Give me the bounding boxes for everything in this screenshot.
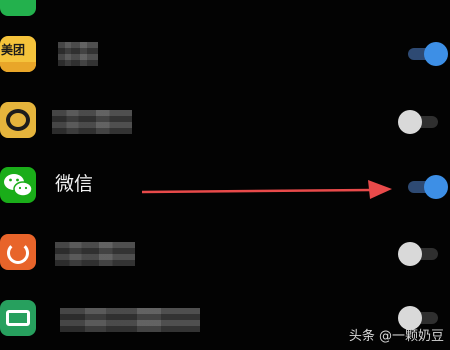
app-row-orange [0,232,450,272]
app-row-top [0,0,450,20]
toggle-knob [424,42,448,66]
app-name-blurred [52,110,132,134]
green-app-icon [0,0,36,16]
app-row-yellow [0,100,450,140]
wechat-bubbles-icon [4,174,33,197]
app-row-meituan: 美团 [0,34,450,74]
notification-toggle-yellow-app[interactable] [398,109,440,135]
app-name-wechat: 微信 [55,173,94,195]
meituan-icon-text: 美团 [1,43,26,57]
meituan-app-icon: 美团 [0,36,36,72]
notification-toggle-meituan[interactable] [406,41,448,67]
green-outline-app-icon [0,300,36,336]
app-name-blurred [58,42,98,66]
notification-toggle-wechat[interactable] [406,174,448,200]
toggle-knob [398,306,422,330]
toggle-knob [398,242,422,266]
yellow-app-icon [0,102,36,138]
wechat-icon [0,167,36,203]
orange-app-icon [0,234,36,270]
toggle-knob [424,175,448,199]
app-name-blurred [55,242,135,266]
watermark: 头条 @一颗奶豆 [348,329,444,344]
toggle-knob [398,110,422,134]
app-row-wechat: 微信 [0,165,450,205]
app-name-blurred [60,308,200,332]
notification-toggle-orange-app[interactable] [398,241,440,267]
